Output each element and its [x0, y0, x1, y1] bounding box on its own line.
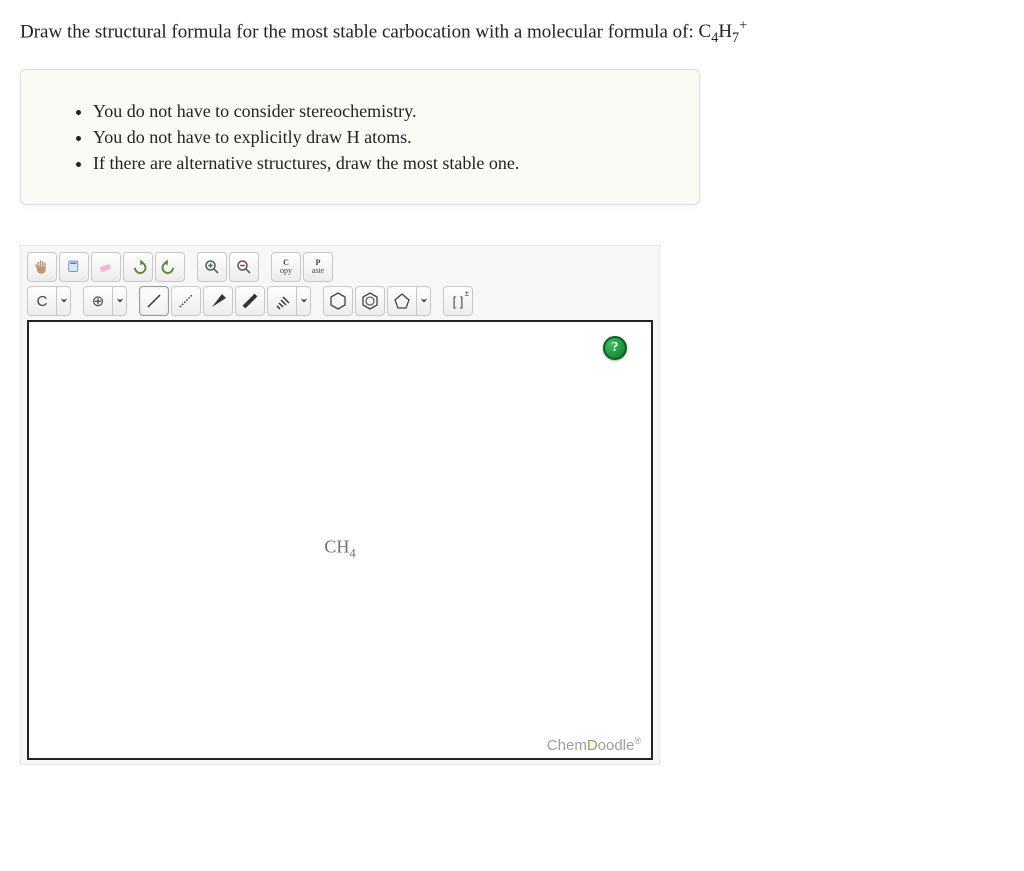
question-text: Draw the structural formula for the most… [20, 18, 1004, 47]
molecular-formula: C4H7+ [699, 21, 748, 42]
undo-button[interactable] [123, 252, 153, 282]
hexagon-ring-button[interactable] [323, 286, 353, 316]
canvas-placeholder-molecule: CH4 [324, 537, 355, 562]
redo-button[interactable] [155, 252, 185, 282]
question-prefix: Draw the structural formula for the most… [20, 21, 699, 42]
hash-bond-button[interactable] [267, 286, 297, 316]
toolbar-row-2: C ⊕ [27, 286, 653, 316]
element-picker-dropdown[interactable] [57, 286, 71, 316]
recessed-bond-button[interactable] [171, 286, 201, 316]
chemdoodle-brand: ChemDoodle® [547, 736, 641, 754]
charge-button[interactable]: ⊕ [83, 286, 113, 316]
hint-item: You do not have to consider stereochemis… [93, 98, 655, 124]
lasso-tool-button[interactable] [59, 252, 89, 282]
element-picker-button[interactable]: C [27, 286, 57, 316]
help-button[interactable]: ? [603, 336, 627, 360]
chemdoodle-sketcher: Copy Paste C ⊕ [20, 245, 660, 765]
wedge-bond-button[interactable] [203, 286, 233, 316]
eraser-tool-button[interactable] [91, 252, 121, 282]
benzene-ring-button[interactable] [355, 286, 385, 316]
bold-bond-button[interactable] [235, 286, 265, 316]
pentagon-ring-button[interactable] [387, 286, 417, 316]
zoom-out-button[interactable] [229, 252, 259, 282]
charge-dropdown[interactable] [113, 286, 127, 316]
paste-button[interactable]: Paste [303, 252, 333, 282]
toolbar-row-1: Copy Paste [27, 252, 653, 282]
hint-item: If there are alternative structures, dra… [93, 150, 655, 176]
single-bond-button[interactable] [139, 286, 169, 316]
bracket-button[interactable]: [ ]± [443, 286, 473, 316]
zoom-in-button[interactable] [197, 252, 227, 282]
hint-item: You do not have to explicitly draw H ato… [93, 124, 655, 150]
copy-button[interactable]: Copy [271, 252, 301, 282]
ring-dropdown[interactable] [417, 286, 431, 316]
bond-dropdown[interactable] [297, 286, 311, 316]
hints-panel: You do not have to consider stereochemis… [20, 69, 700, 205]
drawing-canvas[interactable]: ? CH4 ChemDoodle® [27, 320, 653, 760]
hand-tool-button[interactable] [27, 252, 57, 282]
